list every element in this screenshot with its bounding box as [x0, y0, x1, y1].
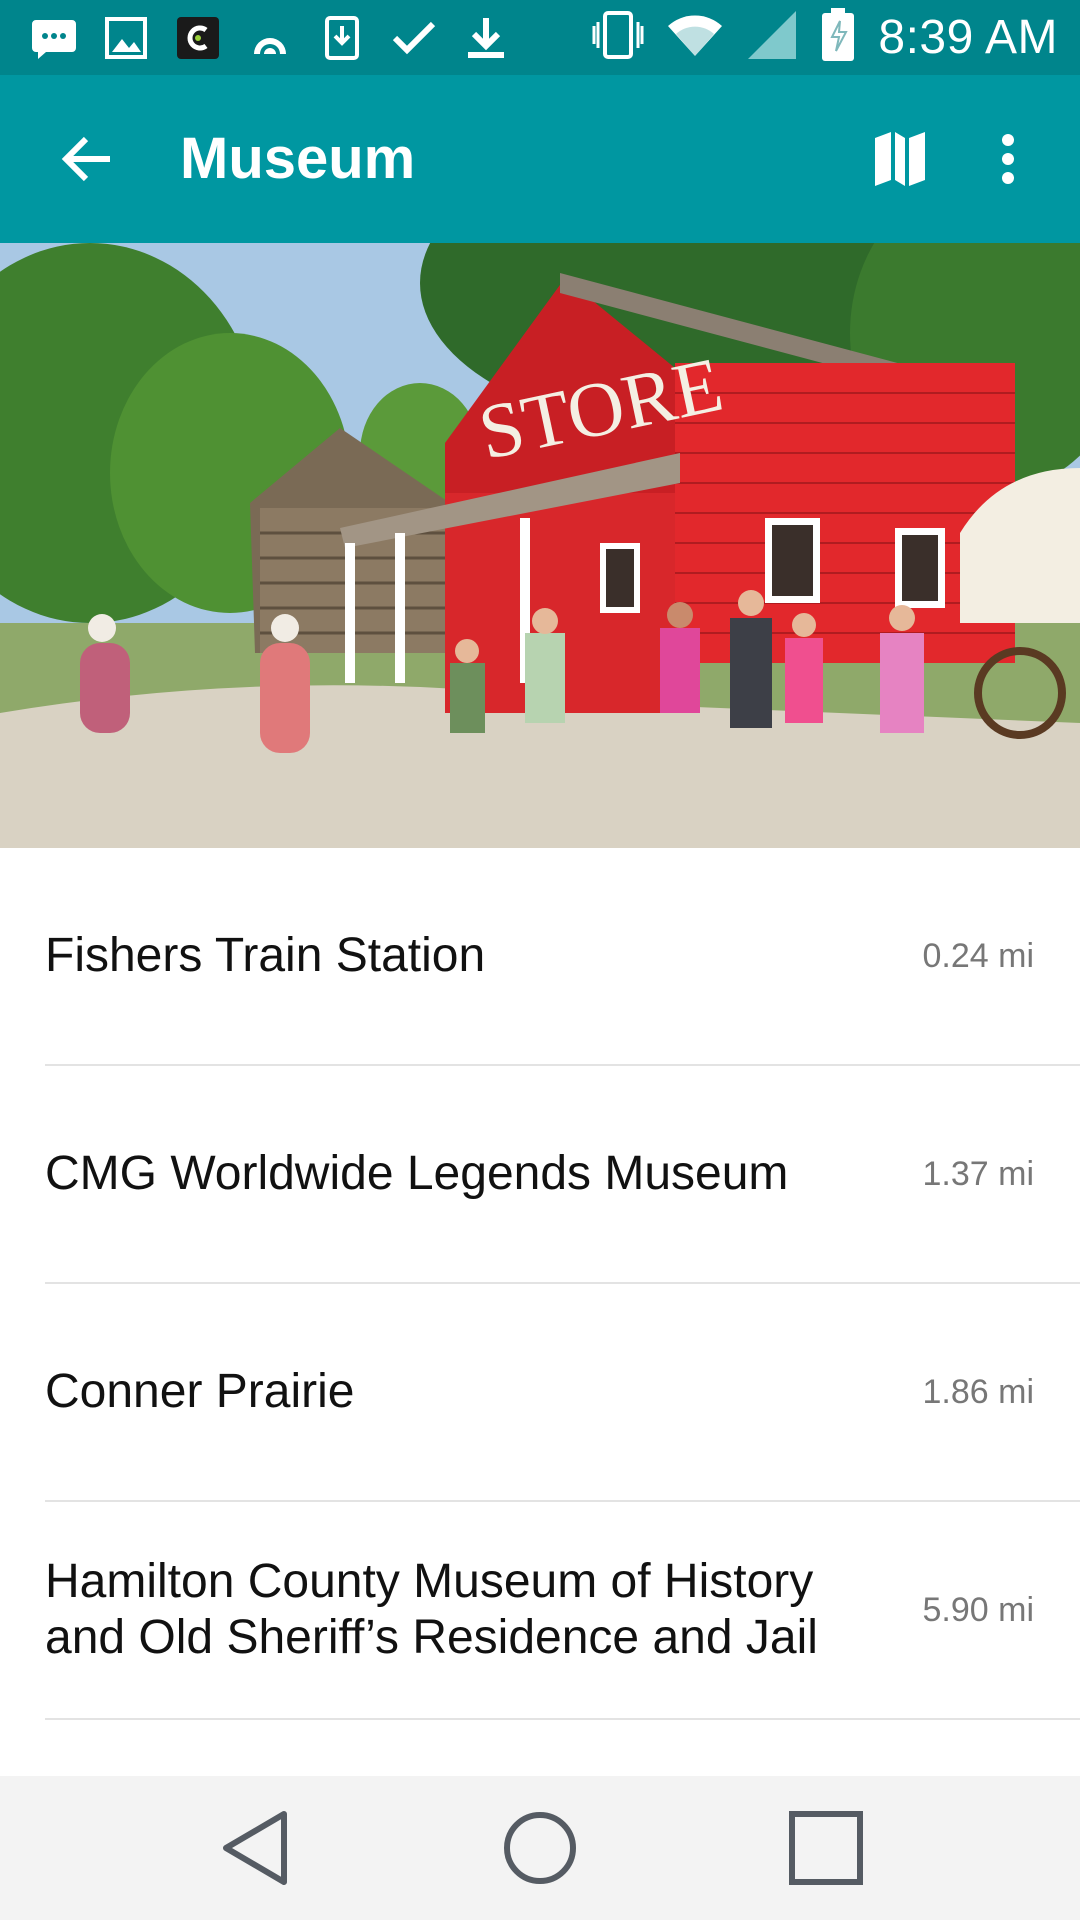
list-item[interactable]: CMG Worldwide Legends Museum 1.37 mi [45, 1066, 1080, 1284]
place-name: Conner Prairie [45, 1365, 355, 1418]
place-list: Fishers Train Station 0.24 mi CMG Worldw… [0, 848, 1080, 1720]
app-icon [174, 14, 222, 62]
navigation-bar [0, 1776, 1080, 1920]
status-time: 8:39 AM [878, 11, 1058, 64]
check-icon [390, 14, 438, 62]
message-icon [30, 14, 78, 62]
signal-arc-icon [246, 14, 294, 62]
notification-icons [0, 14, 534, 62]
nav-back-button[interactable] [215, 1808, 295, 1888]
place-name: CMG Worldwide Legends Museum [45, 1147, 789, 1200]
app-bar: Museum [0, 75, 1080, 243]
nav-recents-icon [789, 1811, 863, 1885]
place-name: Fishers Train Station [45, 929, 486, 982]
place-distance: 0.24 mi [922, 936, 1035, 975]
image-icon [102, 14, 150, 62]
nav-home-button[interactable] [500, 1808, 580, 1888]
back-arrow-icon [61, 136, 110, 182]
page-title: Museum [180, 126, 416, 191]
place-distance: 1.86 mi [922, 1372, 1035, 1411]
more-vert-icon [1002, 134, 1014, 184]
list-item[interactable]: Fishers Train Station 0.24 mi [45, 848, 1080, 1066]
cell-signal-icon [746, 9, 798, 66]
list-item[interactable]: Hamilton County Museum of History and Ol… [45, 1502, 1080, 1720]
system-status: 8:39 AM [592, 0, 1058, 75]
wifi-icon [666, 12, 724, 63]
battery-charging-icon [820, 7, 856, 68]
more-options-button[interactable] [978, 123, 1038, 195]
list-item[interactable]: Conner Prairie 1.86 mi [45, 1284, 1080, 1502]
nav-back-icon [223, 1811, 287, 1885]
place-name: Hamilton County Museum of History and Ol… [45, 1555, 818, 1664]
download-box-icon [318, 14, 366, 62]
map-icon [875, 132, 925, 186]
hero-image: STORE [0, 243, 1080, 848]
place-distance: 5.90 mi [922, 1590, 1035, 1629]
nav-home-icon [504, 1812, 576, 1884]
back-button[interactable] [52, 125, 120, 193]
place-distance: 1.37 mi [922, 1154, 1035, 1193]
vibrate-icon [592, 10, 644, 65]
map-button[interactable] [868, 127, 932, 191]
status-bar: 8:39 AM [0, 0, 1080, 75]
download-icon [462, 14, 510, 62]
nav-recents-button[interactable] [786, 1808, 866, 1888]
